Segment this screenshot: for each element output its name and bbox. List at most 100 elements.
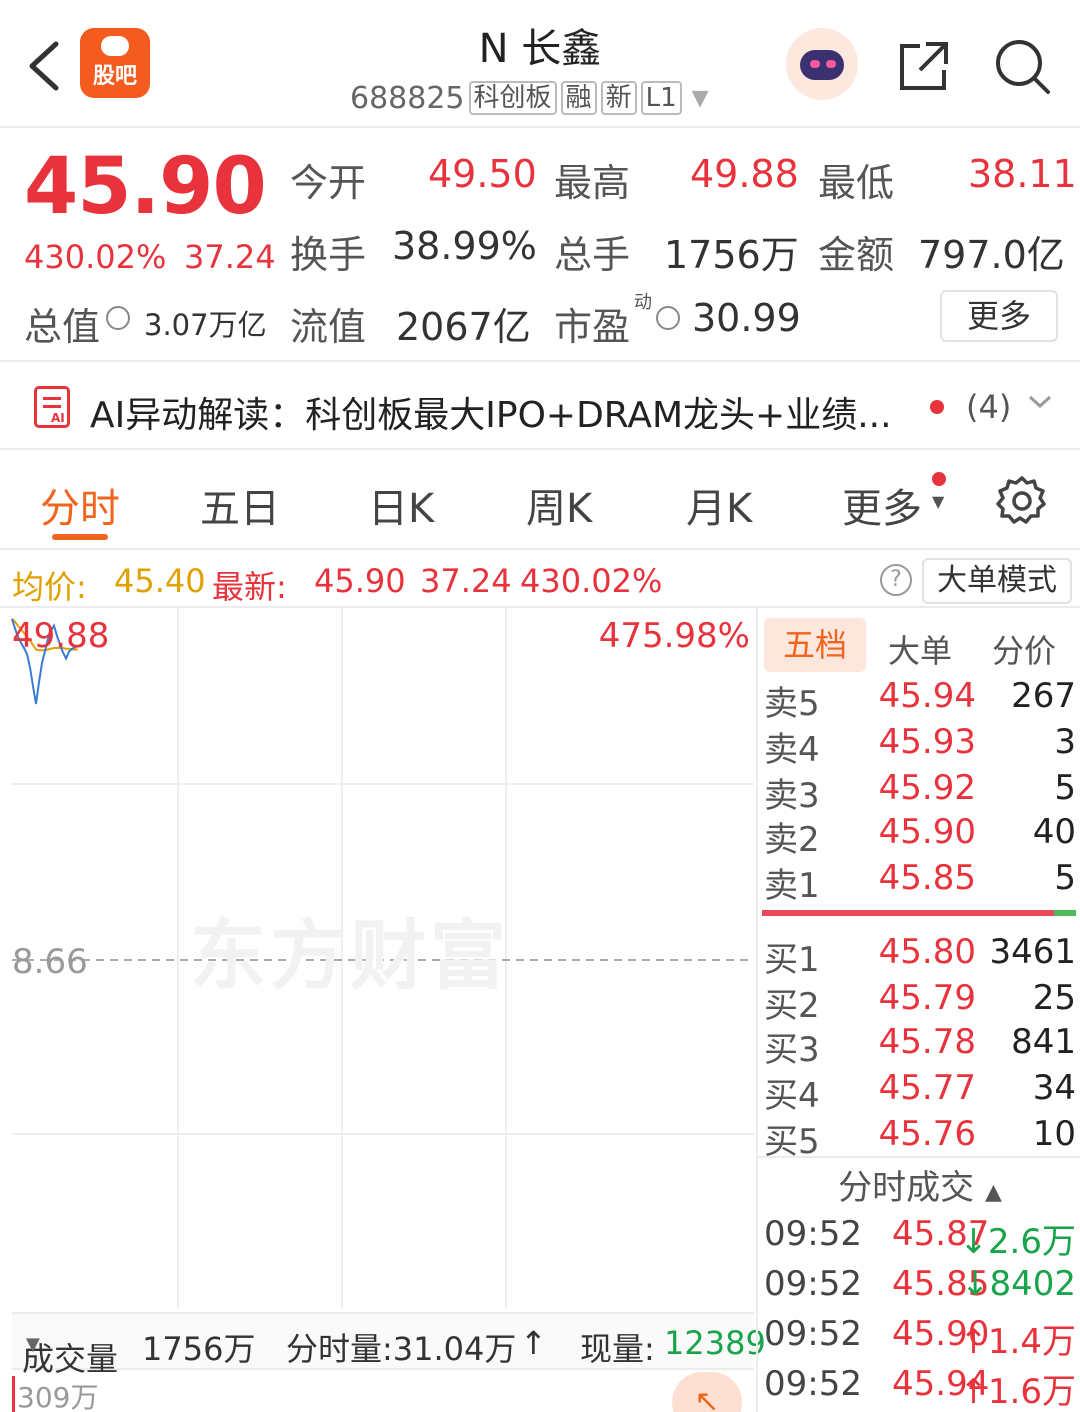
- avg-price-value: 45.40: [114, 562, 206, 600]
- ask-label: 卖3: [764, 776, 820, 816]
- arrow-down-icon: ↓: [959, 1222, 988, 1262]
- ai-insight-row[interactable]: AI AI异动解读：科创板最大IPO+DRAM龙头+业绩... (4): [0, 364, 1080, 450]
- bid-label: 买1: [764, 940, 820, 980]
- bid-label: 买4: [764, 1076, 820, 1116]
- tab-daily-k[interactable]: 日K: [368, 476, 434, 534]
- change-amount: 37.24: [184, 238, 276, 276]
- stock-code: 688825: [350, 80, 465, 116]
- bid-row: 买5 45.76 10: [758, 1114, 1080, 1162]
- tick-time: 09:52: [764, 1264, 862, 1304]
- search-icon[interactable]: [992, 36, 1052, 96]
- ask-price: 45.94: [878, 676, 976, 716]
- info-icon[interactable]: [106, 306, 130, 330]
- ask-row: 卖1 45.85 5: [758, 858, 1080, 906]
- turnover-value: 38.99%: [392, 224, 537, 268]
- amount-value: 797.0亿: [918, 233, 1065, 277]
- ask-row: 卖2 45.90 40: [758, 812, 1080, 860]
- share-icon[interactable]: [896, 38, 952, 94]
- high-value: 49.88: [690, 152, 799, 196]
- tab-big-orders[interactable]: 大单: [888, 626, 952, 672]
- top-nav-bar: 股吧 N 长鑫 688825 科创板 融 新 L1 ▼: [0, 0, 1080, 128]
- tab-monthly-k[interactable]: 月K: [686, 476, 752, 534]
- bid-qty: 10: [1032, 1114, 1076, 1154]
- tick-time: 09:52: [764, 1314, 862, 1354]
- bid-row: 买4 45.77 34: [758, 1068, 1080, 1116]
- more-stats-button[interactable]: 更多: [940, 290, 1058, 342]
- ask-label: 卖5: [764, 684, 820, 724]
- watermark: 东方财富: [190, 911, 510, 1000]
- gear-icon[interactable]: [996, 474, 1048, 526]
- intraday-chart[interactable]: 东方财富 49.88 8.66 475.98% 成交量 ▼ 1756万 分时量:3…: [0, 608, 766, 1412]
- float-cap-label: 流值: [290, 305, 367, 349]
- chevron-down-icon[interactable]: [1028, 394, 1052, 410]
- expand-arrow-icon[interactable]: ↖: [672, 1372, 742, 1412]
- caret-up-icon: ▲: [984, 1180, 1002, 1205]
- tick-volume-value: 2.6万: [987, 1222, 1076, 1262]
- current-volume-label: 现量:: [580, 1330, 655, 1368]
- tag-dropdown-icon[interactable]: ▼: [692, 86, 709, 111]
- bid-row: 买2 45.79 25: [758, 978, 1080, 1026]
- ask-label: 卖4: [764, 730, 820, 770]
- tab-intraday[interactable]: 分时: [40, 476, 120, 534]
- ask-qty: 5: [1054, 768, 1076, 808]
- guba-label: 股吧: [92, 64, 137, 89]
- volume-label: 总手: [554, 233, 631, 277]
- help-icon[interactable]: ?: [880, 564, 912, 596]
- order-book-tabs: 五档 大单 分价: [758, 618, 1080, 672]
- volume-total: 1756万: [142, 1330, 256, 1368]
- chevron-left-icon[interactable]: [22, 38, 66, 94]
- tab-five-levels[interactable]: 五档: [764, 618, 866, 672]
- tick-trades-header[interactable]: 分时成交 ▲: [758, 1160, 1080, 1209]
- bid-price: 45.76: [878, 1114, 976, 1154]
- tab-more[interactable]: 更多: [842, 476, 922, 534]
- ask-price: 45.90: [878, 812, 976, 852]
- low-value: 38.11: [968, 152, 1077, 196]
- tab-five-day[interactable]: 五日: [200, 476, 280, 534]
- arrow-up-icon: ↑: [959, 1322, 988, 1362]
- latest-price-value: 45.90: [314, 562, 406, 600]
- arrow-up-icon: ↑: [959, 1372, 988, 1412]
- caret-down-icon: ▼: [932, 492, 945, 511]
- low-label: 最低: [818, 161, 895, 205]
- caret-down-icon: ▼: [26, 1334, 40, 1355]
- float-cap-value: 2067亿: [396, 305, 531, 349]
- ai-report-icon: AI: [34, 386, 70, 428]
- ask-row: 卖4 45.93 3: [758, 722, 1080, 770]
- bid-label: 买3: [764, 1030, 820, 1070]
- tick-time: 09:52: [764, 1364, 862, 1404]
- pct-axis-high-label: 475.98%: [598, 616, 750, 656]
- last-price: 45.90: [24, 142, 267, 232]
- ask-price: 45.85: [878, 858, 976, 898]
- tab-weekly-k[interactable]: 周K: [526, 476, 592, 534]
- order-book-panel: 五档 大单 分价 卖5 45.94 267 卖4 45.93 3 卖3 45.92 5 卖2…: [756, 608, 1080, 1412]
- tick-time: 09:52: [764, 1214, 862, 1254]
- arrow-up-icon: ↑: [520, 1324, 547, 1362]
- bid-qty: 841: [1011, 1022, 1076, 1062]
- tag-margin: 融: [560, 81, 597, 115]
- intraday-summary-row: 均价: 45.40 最新: 45.90 37.24 430.02% ? 大单模式: [0, 552, 1080, 608]
- robot-avatar-icon[interactable]: [786, 28, 858, 100]
- pe-dynamic-sup: 动: [634, 292, 652, 313]
- tick-volume-value: 1.4万: [987, 1322, 1076, 1362]
- ask-qty: 40: [1032, 812, 1076, 852]
- volume-scale-label: 309万: [12, 1376, 98, 1412]
- tick-trades-label: 分时成交: [838, 1168, 975, 1208]
- volume-value: 1756万: [664, 233, 799, 277]
- bid-row: 买3 45.78 841: [758, 1022, 1080, 1070]
- arrow-down-icon: ↓: [960, 1264, 990, 1304]
- stock-code-row: 688825 科创板 融 新 L1 ▼: [350, 78, 709, 118]
- tick-volume: ↓8402: [961, 1264, 1076, 1304]
- tag-star-market: 科创板: [468, 81, 557, 115]
- ask-price: 45.93: [878, 722, 976, 762]
- tick-row: 09:52 45.94 ↑1.6万: [758, 1364, 1080, 1412]
- tab-price-distribution[interactable]: 分价: [992, 626, 1056, 672]
- info-icon[interactable]: [656, 306, 680, 330]
- market-cap-label: 总值: [24, 305, 101, 349]
- tick-row: 09:52 45.85 ↓8402: [758, 1264, 1080, 1314]
- ask-row: 卖5 45.94 267: [758, 676, 1080, 724]
- big-order-mode-button[interactable]: 大单模式: [922, 558, 1072, 604]
- tick-volume: ↓2.6万: [959, 1214, 1076, 1263]
- guba-button[interactable]: 股吧: [80, 28, 150, 98]
- stock-name: N 长鑫: [478, 26, 602, 72]
- bid-qty: 3461: [989, 932, 1076, 972]
